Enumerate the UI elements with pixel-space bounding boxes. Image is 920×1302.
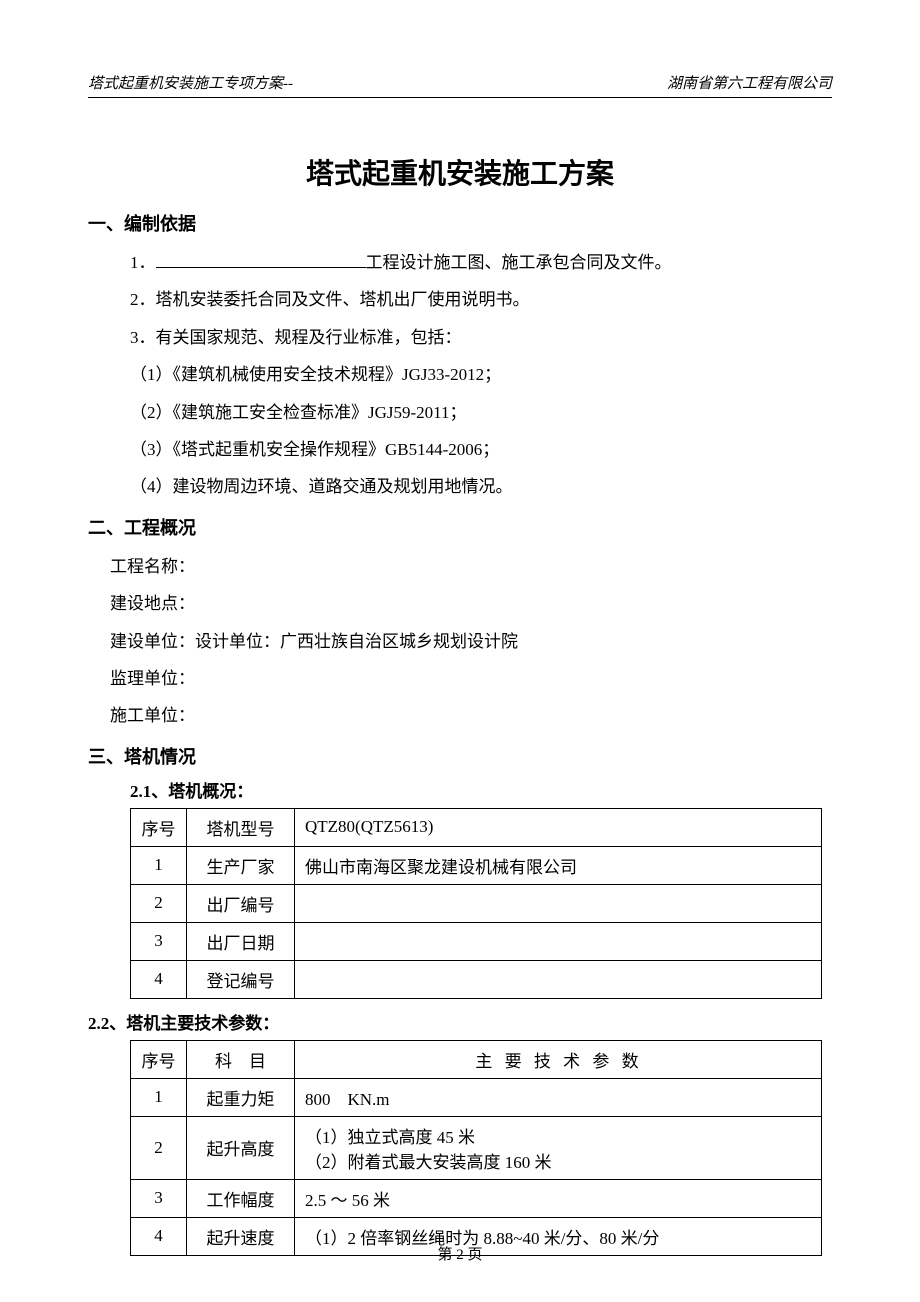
- cell-val: 800 KN.m: [295, 1078, 822, 1116]
- sec1-line6: （3）《塔式起重机安全操作规程》GB5144-2006；: [130, 431, 832, 468]
- sec1-l1-suffix: 工程设计施工图、施工承包合同及文件。: [366, 253, 672, 272]
- sec1-line1: 1． 工程设计施工图、施工承包合同及文件。: [130, 244, 832, 281]
- section-3-head: 三、塔机情况: [88, 743, 832, 769]
- cell-lab: 工作幅度: [187, 1179, 295, 1217]
- table-crane-params: 序号 科 目 主 要 技 术 参 数 1 起重力矩 800 KN.m 2 起升高…: [130, 1040, 822, 1256]
- t2-head-lab: 科 目: [187, 1040, 295, 1078]
- cell-seq: 3: [131, 922, 187, 960]
- table-row: 2 出厂编号: [131, 884, 822, 922]
- sec2-line4: 监理单位：: [110, 660, 832, 697]
- table-row: 序号 科 目 主 要 技 术 参 数: [131, 1040, 822, 1078]
- sec2-line5: 施工单位：: [110, 697, 832, 734]
- t2-head-val: 主 要 技 术 参 数: [295, 1040, 822, 1078]
- table-row: 3 出厂日期: [131, 922, 822, 960]
- cell-seq: 3: [131, 1179, 187, 1217]
- table-row: 1 生产厂家 佛山市南海区聚龙建设机械有限公司: [131, 846, 822, 884]
- header-left: 塔式起重机安装施工专项方案--: [88, 72, 293, 93]
- cell-val: [295, 884, 822, 922]
- cell-lab: 出厂日期: [187, 922, 295, 960]
- sec1-line7: （4）建设物周边环境、道路交通及规划用地情况。: [130, 468, 832, 505]
- section-1-head: 一、编制依据: [88, 210, 832, 236]
- cell-lab: 登记编号: [187, 960, 295, 998]
- cell-seq: 1: [131, 846, 187, 884]
- table-row: 4 登记编号: [131, 960, 822, 998]
- sec1-line4: （1）《建筑机械使用安全技术规程》JGJ33-2012；: [130, 356, 832, 393]
- cell-lab: 起重力矩: [187, 1078, 295, 1116]
- cell-seq: 2: [131, 884, 187, 922]
- blank-fill: [156, 251, 366, 268]
- t1-head-lab: 塔机型号: [187, 808, 295, 846]
- page-footer: 第 2 页: [0, 1243, 920, 1264]
- table-row: 2 起升高度 （1）独立式高度 45 米 （2）附着式最大安装高度 160 米: [131, 1116, 822, 1179]
- table1-caption: 2.1、塔机概况：: [130, 777, 832, 802]
- cell-val: 2.5 ～ 56 米: [295, 1179, 822, 1217]
- cell-val: （1）独立式高度 45 米 （2）附着式最大安装高度 160 米: [295, 1116, 822, 1179]
- header-right: 湖南省第六工程有限公司: [667, 72, 832, 93]
- cell-lab: 生产厂家: [187, 846, 295, 884]
- page-header: 塔式起重机安装施工专项方案-- 湖南省第六工程有限公司: [88, 72, 832, 98]
- sec1-l1-prefix: 1．: [130, 253, 156, 272]
- sec1-line5: （2）《建筑施工安全检查标准》JGJ59-2011；: [130, 394, 832, 431]
- cell-val: [295, 922, 822, 960]
- sec2-line3: 建设单位：设计单位：广西壮族自治区城乡规划设计院: [110, 623, 832, 660]
- table-row: 3 工作幅度 2.5 ～ 56 米: [131, 1179, 822, 1217]
- t1-head-seq: 序号: [131, 808, 187, 846]
- document-title: 塔式起重机安装施工方案: [88, 152, 832, 192]
- cell-seq: 2: [131, 1116, 187, 1179]
- cell-val: [295, 960, 822, 998]
- t1-head-val: QTZ80(QTZ5613): [295, 808, 822, 846]
- section-2-head: 二、工程概况: [88, 514, 832, 540]
- table-row: 1 起重力矩 800 KN.m: [131, 1078, 822, 1116]
- table-crane-overview: 序号 塔机型号 QTZ80(QTZ5613) 1 生产厂家 佛山市南海区聚龙建设…: [130, 808, 822, 999]
- sec1-line2: 2．塔机安装委托合同及文件、塔机出厂使用说明书。: [130, 281, 832, 318]
- cell-lab: 起升高度: [187, 1116, 295, 1179]
- sec2-line1: 工程名称：: [110, 548, 832, 585]
- table-row: 序号 塔机型号 QTZ80(QTZ5613): [131, 808, 822, 846]
- cell-seq: 4: [131, 960, 187, 998]
- table2-caption: 2.2、塔机主要技术参数：: [88, 1009, 832, 1034]
- document-page: 塔式起重机安装施工专项方案-- 湖南省第六工程有限公司 塔式起重机安装施工方案 …: [0, 0, 920, 1302]
- t2-head-seq: 序号: [131, 1040, 187, 1078]
- cell-seq: 1: [131, 1078, 187, 1116]
- cell-val: 佛山市南海区聚龙建设机械有限公司: [295, 846, 822, 884]
- sec1-line3: 3．有关国家规范、规程及行业标准，包括：: [130, 319, 832, 356]
- sec2-line2: 建设地点：: [110, 585, 832, 622]
- cell-lab: 出厂编号: [187, 884, 295, 922]
